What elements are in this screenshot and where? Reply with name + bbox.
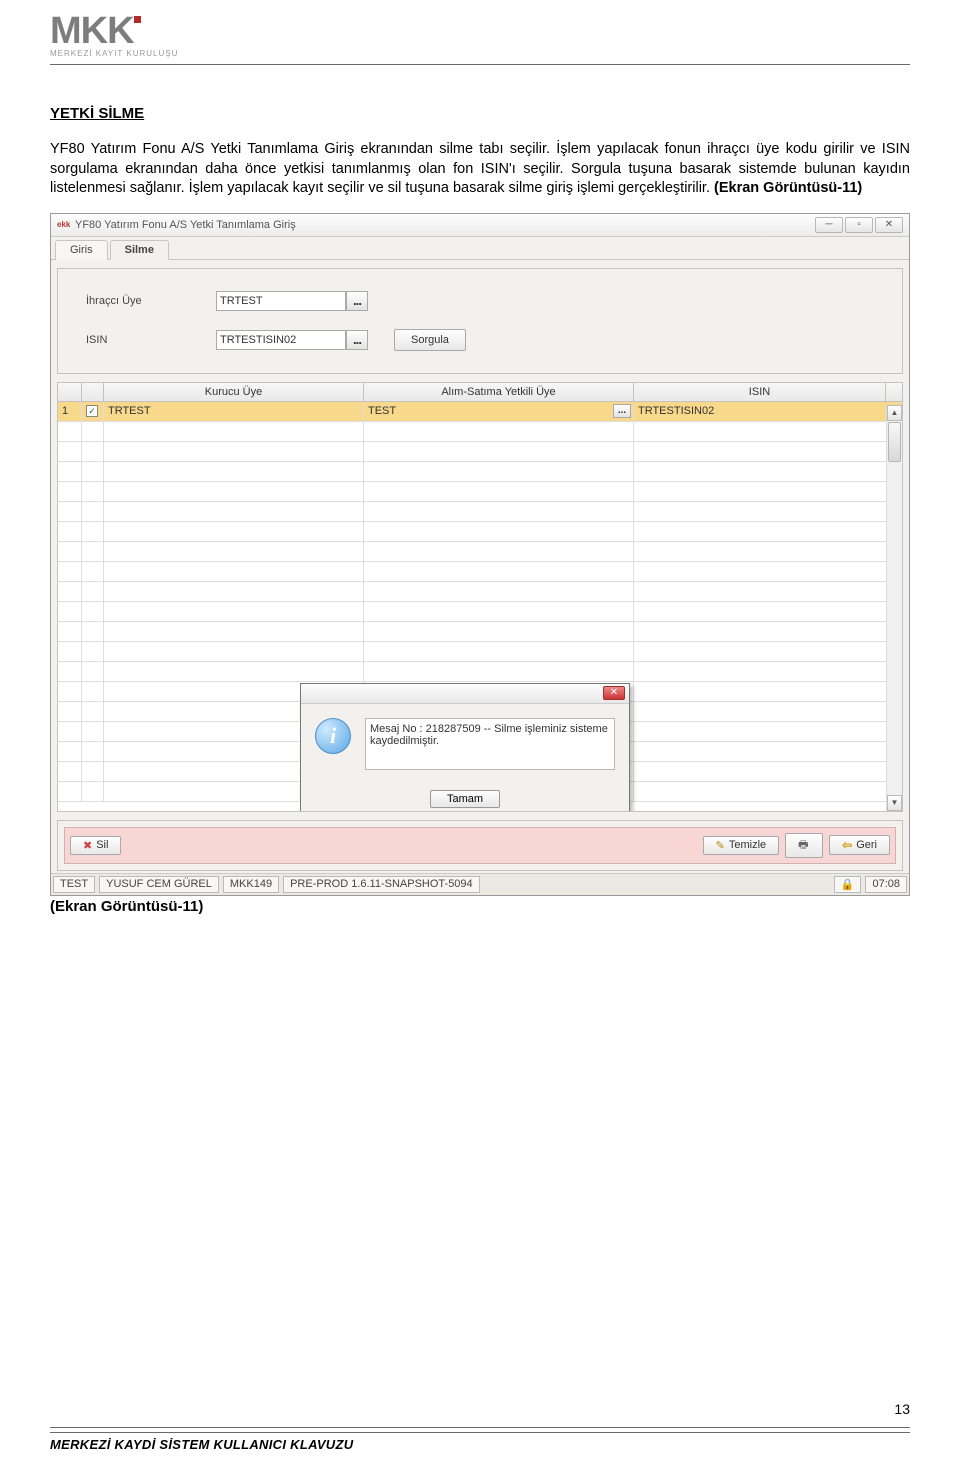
scroll-up-icon[interactable]: ▲ [887, 405, 902, 421]
cell-kurucu: TRTEST [104, 402, 364, 421]
footer-rule [50, 1427, 910, 1433]
print-button[interactable]: 🖶 [785, 833, 823, 858]
table-row [58, 562, 902, 582]
action-bar: ✖ Sil ✎ Temizle 🖶 ⇦ Geri [64, 827, 896, 864]
table-row [58, 582, 902, 602]
tab-silme[interactable]: Silme [110, 240, 169, 260]
status-bar: TEST YUSUF CEM GÜREL MKK149 PRE-PROD 1.6… [51, 873, 909, 895]
section-paragraph: YF80 Yatırım Fonu A/S Yetki Tanımlama Gi… [50, 140, 910, 199]
table-row [58, 622, 902, 642]
printer-icon: 🖶 [798, 836, 808, 855]
status-code: MKK149 [223, 876, 279, 893]
action-bar-wrap: ✖ Sil ✎ Temizle 🖶 ⇦ Geri [57, 820, 903, 871]
header-rule [50, 64, 910, 65]
table-row [58, 662, 902, 682]
cell-yetkili: TEST ... [364, 402, 634, 421]
temizle-button[interactable]: ✎ Temizle [703, 836, 780, 855]
table-row [58, 462, 902, 482]
table-row [58, 642, 902, 662]
temizle-label: Temizle [729, 839, 766, 851]
sil-button[interactable]: ✖ Sil [70, 836, 121, 855]
logo-dot-icon [134, 16, 141, 23]
col-checkbox [82, 383, 104, 401]
scroll-down-icon[interactable]: ▼ [887, 795, 902, 811]
results-grid: Kurucu Üye Alım-Satıma Yetkili Üye ISIN … [57, 382, 903, 812]
page-number: 13 [50, 1401, 910, 1417]
ihracci-picker-button[interactable]: ... [346, 291, 368, 311]
cell-isin: TRTESTISIN02 [634, 402, 902, 421]
col-yetkili-uye: Alım-Satıma Yetkili Üye [364, 383, 634, 401]
ihracci-uye-input[interactable] [216, 291, 346, 311]
status-version: PRE-PROD 1.6.11-SNAPSHOT-5094 [283, 876, 480, 893]
table-row[interactable]: 1 ✓ TRTEST TEST ... TRTESTISIN02 [58, 402, 902, 422]
logo-subtitle: MERKEZİ KAYIT KURULUŞU [50, 49, 910, 58]
row-index: 1 [58, 402, 82, 421]
col-kurucu-uye: Kurucu Üye [104, 383, 364, 401]
lock-icon: 🔒 [834, 876, 862, 893]
scroll-thumb[interactable] [888, 422, 901, 462]
tab-row: Giris Silme [51, 237, 909, 260]
figure-ref: (Ekran Görüntüsü-11) [714, 180, 862, 196]
status-user: TEST [53, 876, 95, 893]
table-row [58, 442, 902, 462]
dialog-titlebar: ✕ [301, 684, 629, 704]
form-panel: İhraçcı Üye ... ISIN ... Sorgula [57, 268, 903, 374]
document-body: YETKİ SİLME YF80 Yatırım Fonu A/S Yetki … [50, 105, 910, 915]
label-ihracci-uye: İhraçcı Üye [86, 295, 216, 307]
sorgula-button[interactable]: Sorgula [394, 329, 466, 351]
window-title: YF80 Yatırım Fonu A/S Yetki Tanımlama Gi… [75, 219, 296, 231]
geri-label: Geri [856, 839, 877, 851]
delete-icon: ✖ [83, 839, 92, 852]
broom-icon: ✎ [716, 839, 725, 852]
col-index [58, 383, 82, 401]
label-isin: ISIN [86, 334, 216, 346]
close-button[interactable]: ✕ [875, 217, 903, 233]
logo-text: MKK [50, 10, 134, 53]
table-row [58, 502, 902, 522]
cell-picker-button[interactable]: ... [613, 404, 631, 418]
row-checkbox-cell: ✓ [82, 402, 104, 421]
status-time: 07:08 [865, 876, 907, 893]
window-controls: ─ ▫ ✕ [815, 217, 903, 233]
dialog-close-button[interactable]: ✕ [603, 686, 625, 700]
figure-caption: (Ekran Görüntüsü-11) [50, 898, 910, 915]
table-row [58, 542, 902, 562]
dialog-message: Mesaj No : 218287509 -- Silme işleminiz … [365, 718, 615, 770]
isin-input[interactable] [216, 330, 346, 350]
app-icon: ekk [57, 220, 71, 229]
geri-button[interactable]: ⇦ Geri [829, 835, 890, 855]
info-icon: i [315, 718, 351, 754]
dialog-ok-button[interactable]: Tamam [430, 790, 500, 808]
row-checkbox[interactable]: ✓ [86, 405, 98, 417]
isin-picker-button[interactable]: ... [346, 330, 368, 350]
back-arrow-icon: ⇦ [842, 838, 852, 852]
col-scroll-spacer [886, 383, 902, 401]
table-row [58, 422, 902, 442]
table-row [58, 522, 902, 542]
message-dialog: ✕ i Mesaj No : 218287509 -- Silme işlemi… [300, 683, 630, 812]
sil-label: Sil [96, 839, 108, 851]
minimize-button[interactable]: ─ [815, 217, 843, 233]
cell-yetkili-text: TEST [368, 405, 396, 417]
app-window: ekk YF80 Yatırım Fonu A/S Yetki Tanımlam… [50, 213, 910, 896]
page-header: MKK MERKEZİ KAYIT KURULUŞU [50, 0, 910, 65]
grid-header: Kurucu Üye Alım-Satıma Yetkili Üye ISIN [58, 383, 902, 402]
maximize-button[interactable]: ▫ [845, 217, 873, 233]
titlebar: ekk YF80 Yatırım Fonu A/S Yetki Tanımlam… [51, 214, 909, 237]
section-heading: YETKİ SİLME [50, 105, 910, 122]
footer-title: MERKEZİ KAYDİ SİSTEM KULLANICI KLAVUZU [50, 1437, 910, 1452]
tab-giris[interactable]: Giris [55, 240, 108, 260]
table-row [58, 602, 902, 622]
status-fullname: YUSUF CEM GÜREL [99, 876, 219, 893]
logo: MKK [50, 10, 910, 53]
col-isin: ISIN [634, 383, 886, 401]
scrollbar[interactable]: ▲ ▼ [886, 405, 902, 811]
page-footer: 13 MERKEZİ KAYDİ SİSTEM KULLANICI KLAVUZ… [50, 1401, 910, 1452]
table-row [58, 482, 902, 502]
